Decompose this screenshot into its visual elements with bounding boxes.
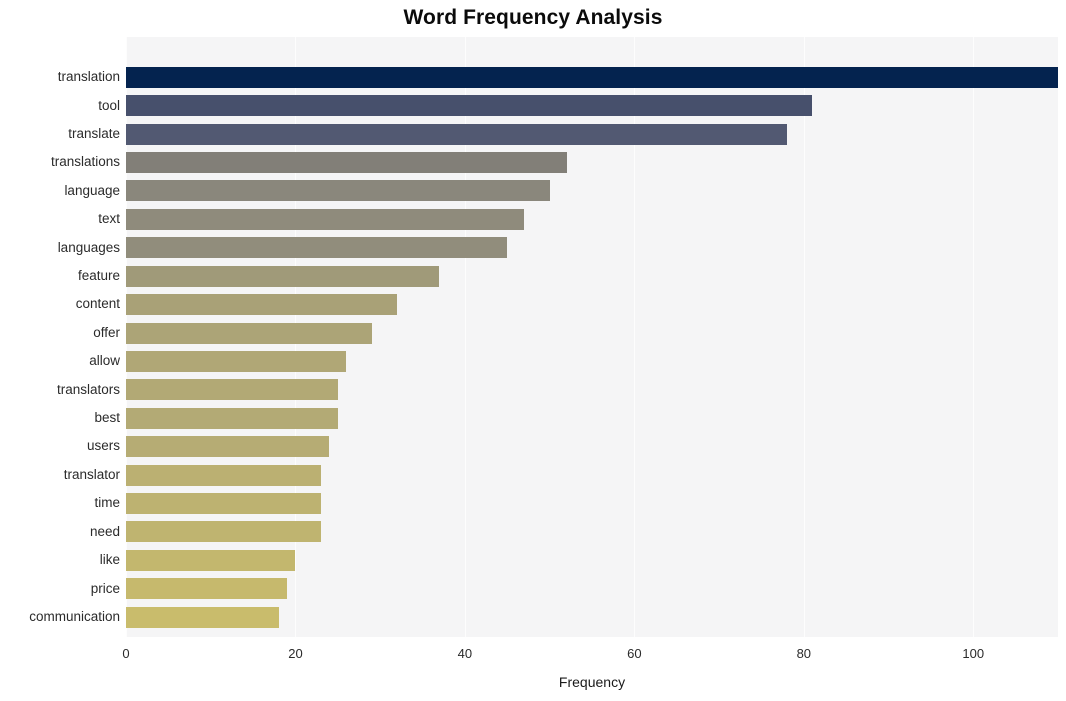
bar-need xyxy=(126,521,321,543)
bar-text xyxy=(126,208,525,230)
y-tick-label-like: like xyxy=(99,552,120,568)
bars-container xyxy=(126,37,1058,637)
bar-time xyxy=(126,492,321,514)
y-tick-label-allow: allow xyxy=(89,353,120,369)
bar-translate xyxy=(126,123,787,145)
y-tick-label-users: users xyxy=(86,438,120,454)
bar-users xyxy=(126,436,330,458)
chart-title: Word Frequency Analysis xyxy=(403,6,663,29)
x-tick-label-40: 40 xyxy=(457,646,473,661)
x-axis-ticks: 0 20 40 60 80 100 xyxy=(122,637,1058,667)
bar-offer xyxy=(126,322,372,344)
bar-translation xyxy=(126,66,1058,88)
bar-translators xyxy=(126,379,338,401)
y-tick-label-translations: translations xyxy=(50,154,120,170)
x-axis-title: Frequency xyxy=(558,674,626,690)
y-tick-label-languages: languages xyxy=(57,239,120,255)
word-frequency-bar-chart: Word Frequency Analysis translation tool t… xyxy=(0,0,1066,701)
y-tick-label-communication: communication xyxy=(29,608,120,624)
bar-languages xyxy=(126,237,508,259)
y-tick-label-need: need xyxy=(89,523,120,539)
y-tick-label-time: time xyxy=(94,495,120,511)
y-tick-label-translators: translators xyxy=(56,381,120,397)
y-tick-label-text: text xyxy=(98,211,120,227)
bar-price xyxy=(126,578,287,600)
bar-like xyxy=(126,549,296,571)
bar-tool xyxy=(126,95,813,117)
x-tick-label-80: 80 xyxy=(796,646,812,661)
bar-allow xyxy=(126,350,347,372)
y-tick-label-best: best xyxy=(94,410,120,426)
bar-translations xyxy=(126,152,567,174)
y-tick-label-offer: offer xyxy=(93,324,120,340)
bar-best xyxy=(126,407,338,429)
bar-communication xyxy=(126,606,279,628)
y-tick-label-tool: tool xyxy=(98,97,120,113)
y-axis-labels: translation tool translate translations lang… xyxy=(0,37,120,637)
x-tick-label-100: 100 xyxy=(962,646,985,661)
y-tick-label-translator: translator xyxy=(63,466,120,482)
x-tick-label-60: 60 xyxy=(627,646,642,661)
x-tick-label-0: 0 xyxy=(122,646,130,661)
x-tick-label-20: 20 xyxy=(288,646,303,661)
bar-content xyxy=(126,294,398,316)
y-tick-label-content: content xyxy=(75,296,120,312)
plot-area xyxy=(126,37,1058,637)
bar-translator xyxy=(126,464,321,486)
y-tick-label-feature: feature xyxy=(77,268,120,283)
bar-language xyxy=(126,180,550,202)
y-tick-label-language: language xyxy=(64,182,120,198)
y-tick-label-translation: translation xyxy=(57,69,120,85)
bar-feature xyxy=(126,265,440,287)
y-tick-label-price: price xyxy=(90,580,120,596)
y-tick-label-translate: translate xyxy=(68,125,120,141)
